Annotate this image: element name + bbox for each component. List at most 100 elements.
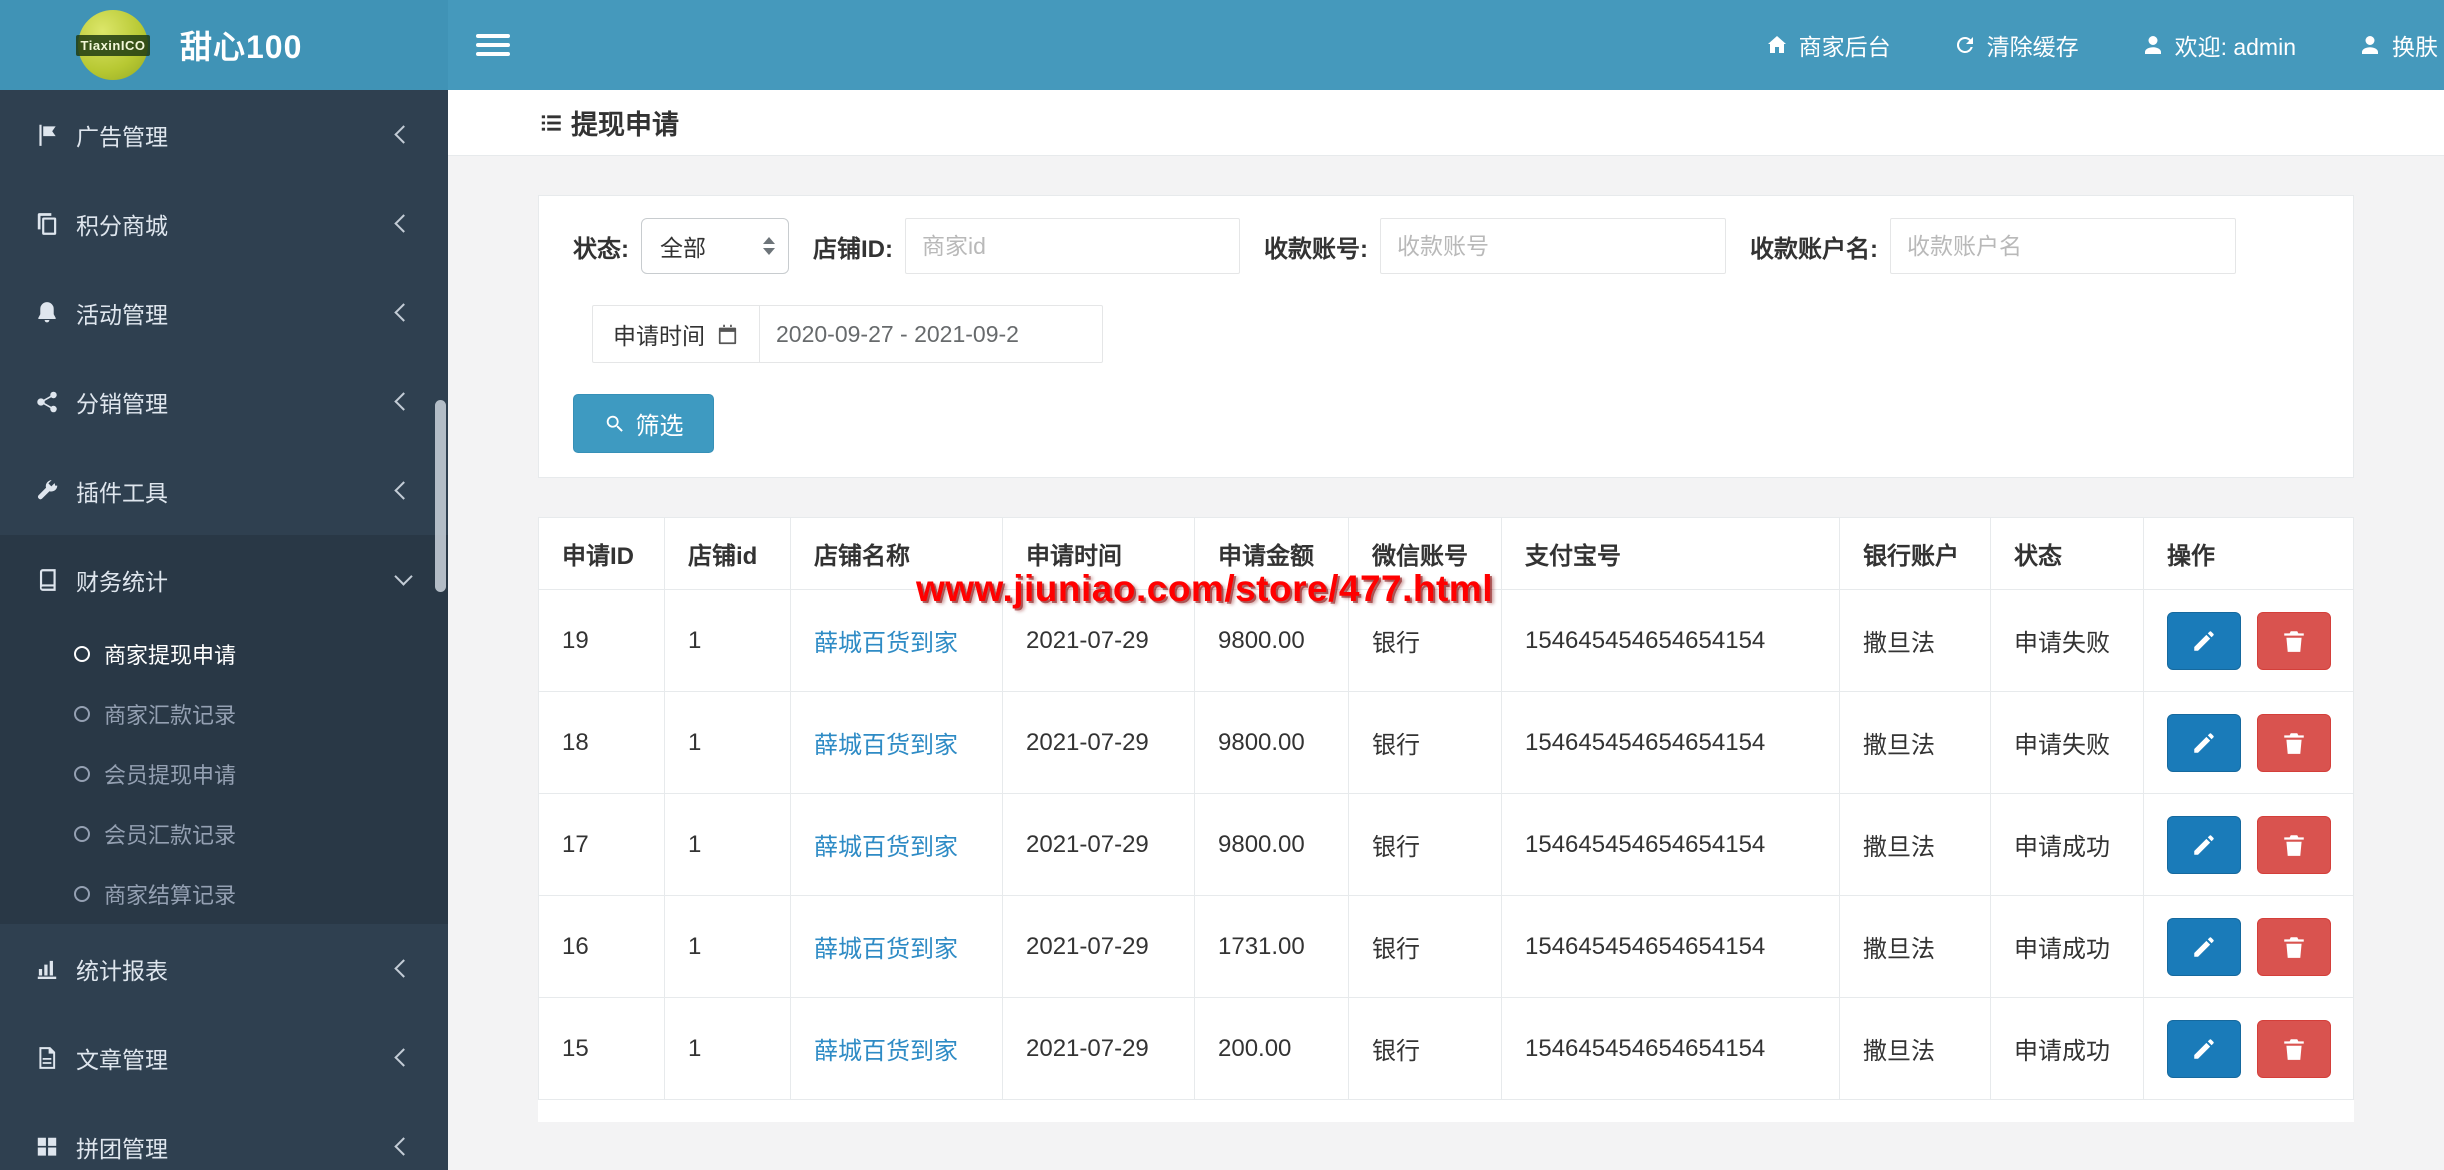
finance-submenu: 商家提现申请 商家汇款记录 会员提现申请 会员汇款记录 商家结算记录	[0, 624, 448, 924]
sidebar-scrollbar[interactable]	[435, 400, 446, 592]
sidebar-item-group-buy[interactable]: 拼团管理	[0, 1102, 448, 1170]
filter-row-1: 状态: 全部 店铺ID: 收款账号: 收款账户	[573, 218, 2319, 274]
shop-name-link[interactable]: 薛城百货到家	[814, 936, 958, 963]
bell-icon	[34, 300, 60, 326]
cell-shop-id: 1	[664, 793, 791, 896]
nav-change-skin[interactable]: 换肤	[2358, 28, 2438, 62]
cell-alipay: 154645454654654154	[1501, 793, 1840, 896]
delete-button[interactable]	[2256, 1019, 2331, 1078]
sidebar-subitem-merchant-remit-records[interactable]: 商家汇款记录	[0, 684, 448, 744]
cell-bank: 撒旦法	[1839, 589, 1991, 692]
cell-alipay: 154645454654654154	[1501, 589, 1840, 692]
shop-name-link[interactable]: 薛城百货到家	[814, 630, 958, 657]
time-range-input[interactable]	[760, 305, 1103, 363]
delete-button[interactable]	[2256, 917, 2331, 976]
sidebar-item-ads[interactable]: 广告管理	[0, 90, 448, 179]
sidebar-subitem-merchant-withdraw-apply[interactable]: 商家提现申请	[0, 624, 448, 684]
sidebar-item-label: 积分商城	[76, 212, 168, 239]
status-label: 状态:	[573, 235, 629, 263]
brand-logo-icon: TiaxinICO	[75, 10, 151, 80]
pencil-icon	[2194, 732, 2214, 753]
filter-button[interactable]: 筛选	[573, 394, 714, 453]
sidebar-subitem-member-withdraw-apply[interactable]: 会员提现申请	[0, 744, 448, 804]
nav-clear-cache-label: 清除缓存	[1986, 34, 2079, 60]
file-text-icon	[34, 1045, 60, 1071]
account-name-label: 收款账户名:	[1750, 235, 1878, 263]
filter-panel: 状态: 全部 店铺ID: 收款账号: 收款账户	[538, 195, 2354, 478]
shop-id-label: 店铺ID:	[813, 235, 893, 263]
sidebar-item-finance[interactable]: 财务统计	[0, 535, 448, 624]
app-window: TiaxinICO 甜心100 商家后台 清除缓存 欢迎: admin 换肤 广…	[0, 0, 2444, 1170]
col-status: 状态	[1990, 517, 2144, 590]
brand-name: 甜心100	[180, 29, 303, 65]
menu-toggle-icon[interactable]	[476, 29, 510, 61]
shop-name-link[interactable]: 薛城百货到家	[814, 732, 958, 759]
edit-button[interactable]	[2167, 815, 2241, 874]
brand[interactable]: TiaxinICO 甜心100	[0, 0, 448, 90]
filter-row-2: 申请时间	[592, 305, 2319, 363]
sidebar-item-articles[interactable]: 文章管理	[0, 1013, 448, 1102]
sidebar-item-points-mall[interactable]: 积分商城	[0, 179, 448, 268]
delete-button[interactable]	[2256, 611, 2331, 670]
pencil-icon	[2194, 1038, 2214, 1059]
sidebar-item-reports[interactable]: 统计报表	[0, 924, 448, 1013]
edit-button[interactable]	[2167, 713, 2241, 772]
cell-bank: 撒旦法	[1839, 793, 1991, 896]
cell-status: 申请成功	[1990, 895, 2144, 998]
cell-apply-time: 2021-07-29	[1002, 895, 1195, 998]
status-select[interactable]: 全部	[641, 218, 789, 274]
shop-name-link[interactable]: 薛城百货到家	[814, 1038, 958, 1065]
cell-alipay: 154645454654654154	[1501, 997, 1840, 1100]
time-range-addon[interactable]: 申请时间	[592, 305, 760, 363]
chevron-left-icon	[394, 959, 413, 978]
cell-shop-id: 1	[664, 589, 791, 692]
user-icon	[2144, 36, 2161, 54]
sidebar-subitem-member-remit-records[interactable]: 会员汇款记录	[0, 804, 448, 864]
cell-apply-time: 2021-07-29	[1002, 691, 1195, 794]
status-select-value: 全部	[660, 235, 706, 261]
sidebar-item-label: 拼团管理	[76, 1135, 168, 1162]
account-group	[1380, 218, 1726, 274]
edit-button[interactable]	[2167, 1019, 2241, 1078]
home-icon	[1767, 36, 1786, 53]
search-icon	[606, 415, 623, 432]
sidebar-subitem-label: 会员汇款记录	[104, 823, 237, 848]
trash-icon	[2283, 936, 2304, 958]
calendar-icon	[718, 324, 737, 344]
sidebar-section-finance: 财务统计 商家提现申请 商家汇款记录 会员提现申请 会员汇款记录 商家结算记录	[0, 535, 448, 924]
sidebar-item-plugins[interactable]: 插件工具	[0, 446, 448, 535]
chevron-down-icon	[394, 567, 413, 586]
time-addon-label: 申请时间	[613, 323, 705, 349]
nav-clear-cache[interactable]: 清除缓存	[1953, 28, 2079, 62]
sidebar-item-distribution[interactable]: 分销管理	[0, 357, 448, 446]
table-header-row: 申请ID 店铺id 店铺名称 申请时间 申请金额 微信账号 支付宝号 银行账户 …	[538, 517, 2354, 590]
top-bar-main: 商家后台 清除缓存 欢迎: admin 换肤	[448, 0, 2444, 90]
nav-welcome-admin[interactable]: 欢迎: admin	[2141, 28, 2296, 62]
cell-apply-id: 16	[538, 895, 665, 998]
cell-status: 申请成功	[1990, 997, 2144, 1100]
shop-id-input[interactable]	[905, 218, 1240, 274]
shop-name-link[interactable]: 薛城百货到家	[814, 834, 958, 861]
sidebar-item-label: 财务统计	[76, 568, 168, 595]
sidebar-subitem-label: 商家汇款记录	[104, 703, 237, 728]
cell-apply-id: 17	[538, 793, 665, 896]
account-input[interactable]	[1380, 218, 1726, 274]
cell-apply-time: 2021-07-29	[1002, 589, 1195, 692]
grid-icon	[34, 1134, 60, 1160]
cell-shop-name: 薛城百货到家	[790, 691, 1003, 794]
trash-icon	[2283, 1038, 2304, 1060]
sidebar-subitem-merchant-settlement-records[interactable]: 商家结算记录	[0, 864, 448, 924]
sidebar-item-label: 活动管理	[76, 301, 168, 328]
edit-button[interactable]	[2167, 611, 2241, 670]
flag-icon	[34, 122, 60, 148]
delete-button[interactable]	[2256, 815, 2331, 874]
share-nodes-icon	[34, 389, 60, 415]
account-name-input[interactable]	[1890, 218, 2236, 274]
nav-merchant-backend[interactable]: 商家后台	[1765, 28, 1891, 62]
sidebar-subitem-label: 会员提现申请	[104, 763, 237, 788]
sidebar-item-activities[interactable]: 活动管理	[0, 268, 448, 357]
edit-button[interactable]	[2167, 917, 2241, 976]
delete-button[interactable]	[2256, 713, 2331, 772]
circle-o-icon	[74, 826, 90, 842]
cell-bank: 撒旦法	[1839, 895, 1991, 998]
